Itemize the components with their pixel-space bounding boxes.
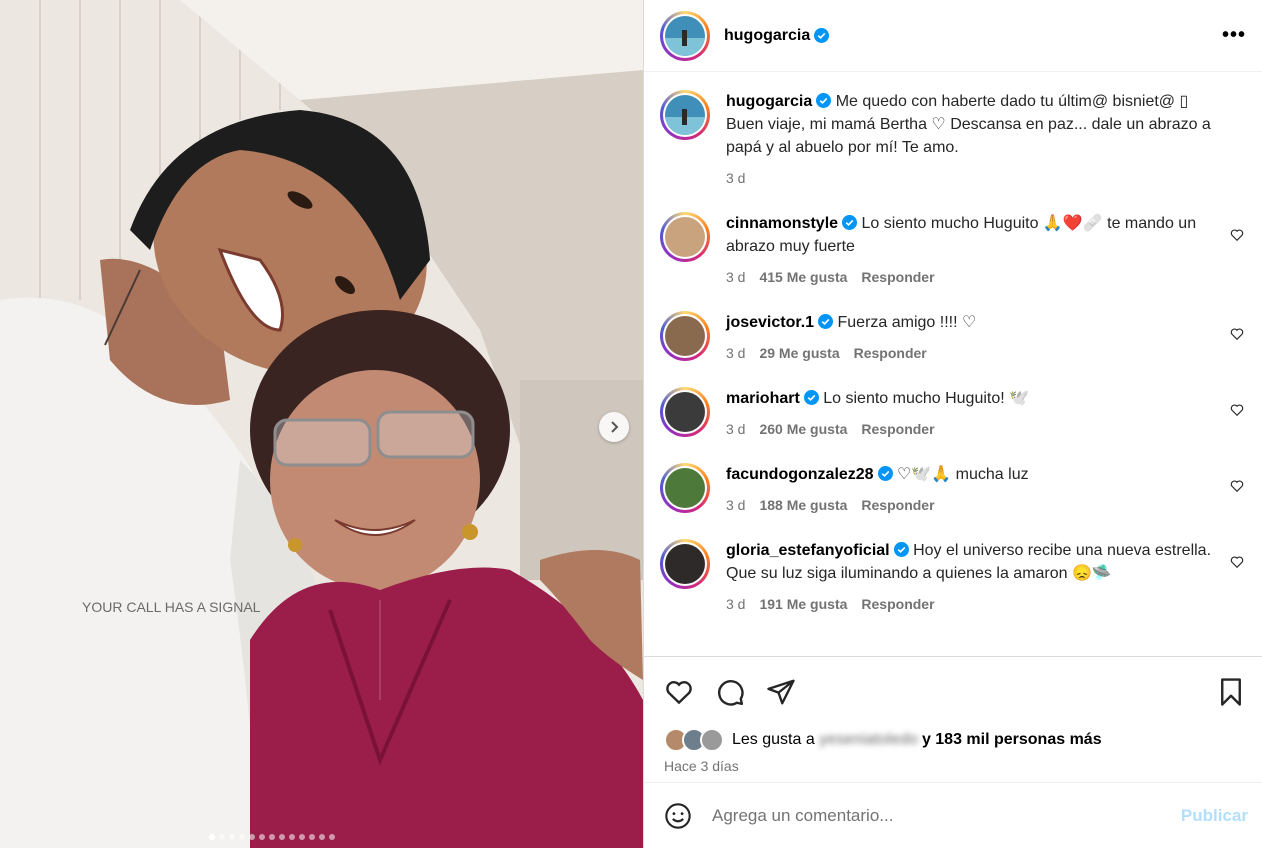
- caption-username[interactable]: hugogarcia: [726, 93, 812, 110]
- carousel-dot[interactable]: [248, 834, 255, 840]
- like-comment-heart-icon[interactable]: [1230, 479, 1244, 493]
- comments-list[interactable]: hugogarcia Me quedo con haberte dado tu …: [644, 72, 1262, 656]
- instagram-post: YOUR CALL HAS A SIGNAL hugogarcia ••• hu…: [0, 0, 1262, 848]
- share-send-icon[interactable]: [766, 677, 796, 707]
- caption-time[interactable]: 3 d: [726, 170, 745, 186]
- post-actions: [644, 656, 1262, 726]
- comment-text: Lo siento mucho Huguito! 🕊️: [823, 390, 1030, 407]
- carousel-dot[interactable]: [308, 834, 315, 840]
- carousel-dot[interactable]: [228, 834, 235, 840]
- comment-text: ♡🕊️🙏 mucha luz: [897, 466, 1029, 483]
- post-date[interactable]: Hace 3 días: [664, 758, 1246, 774]
- caption: hugogarcia Me quedo con haberte dado tu …: [660, 90, 1246, 190]
- comment-item: gloria_estefanyoficial Hoy el universo r…: [660, 539, 1246, 616]
- reply-button[interactable]: Responder: [861, 596, 934, 612]
- comment-likes[interactable]: 29 Me gusta: [759, 345, 839, 361]
- comment-username[interactable]: josevictor.1: [726, 314, 814, 331]
- like-comment-heart-icon[interactable]: [1230, 555, 1244, 569]
- likes-summary: Les gusta a yeseniatoledo y 183 mil pers…: [644, 726, 1262, 782]
- carousel-dot[interactable]: [298, 834, 305, 840]
- comment-item: cinnamonstyle Lo siento mucho Huguito 🙏❤…: [660, 212, 1246, 289]
- chevron-right-icon: [611, 421, 619, 433]
- save-bookmark-icon[interactable]: [1216, 677, 1246, 707]
- carousel-dots: [0, 834, 643, 840]
- comment-username[interactable]: cinnamonstyle: [726, 215, 838, 232]
- commenter-avatar[interactable]: [660, 311, 710, 361]
- comment-item: facundogonzalez28 ♡🕊️🙏 mucha luz 3 d 188 …: [660, 463, 1246, 517]
- comment-likes[interactable]: 260 Me gusta: [759, 421, 847, 437]
- comment-text: Fuerza amigo !!!! ♡: [837, 314, 977, 331]
- liker-name[interactable]: yeseniatoledo: [819, 731, 918, 749]
- comment-username[interactable]: facundogonzalez28: [726, 466, 874, 483]
- author-avatar[interactable]: [660, 10, 710, 61]
- comment-time[interactable]: 3 d: [726, 269, 745, 285]
- carousel-dot[interactable]: [278, 834, 285, 840]
- like-comment-heart-icon[interactable]: [1230, 327, 1244, 341]
- reply-button[interactable]: Responder: [861, 269, 934, 285]
- comment-username[interactable]: mariohart: [726, 390, 800, 407]
- post-photo: YOUR CALL HAS A SIGNAL: [0, 0, 643, 848]
- verified-badge-icon: [893, 542, 909, 557]
- comment-item: mariohart Lo siento mucho Huguito! 🕊️ 3 …: [660, 387, 1246, 441]
- comment-time[interactable]: 3 d: [726, 497, 745, 513]
- verified-badge-icon: [803, 390, 819, 405]
- comment-time[interactable]: 3 d: [726, 345, 745, 361]
- comment-text-line2: Que su luz siga iluminando a quienes la …: [726, 565, 1112, 582]
- commenter-avatar[interactable]: [660, 212, 710, 262]
- comment-time[interactable]: 3 d: [726, 596, 745, 612]
- carousel-dot[interactable]: [218, 834, 225, 840]
- comment-likes[interactable]: 191 Me gusta: [759, 596, 847, 612]
- post-header: hugogarcia •••: [644, 0, 1262, 72]
- post-side-panel: hugogarcia ••• hugogarcia Me quedo con h…: [643, 0, 1262, 848]
- verified-badge-icon: [818, 314, 834, 329]
- commenter-avatar[interactable]: [660, 387, 710, 437]
- verified-badge-icon: [842, 215, 858, 230]
- publish-button[interactable]: Publicar: [1181, 806, 1248, 826]
- carousel-dot[interactable]: [288, 834, 295, 840]
- comment-text: Hoy el universo recibe una nueva estrell…: [913, 542, 1212, 559]
- verified-badge-icon: [814, 28, 830, 43]
- reply-button[interactable]: Responder: [861, 421, 934, 437]
- liker-avatar: [700, 728, 724, 752]
- reply-button[interactable]: Responder: [861, 497, 934, 513]
- carousel-dot[interactable]: [208, 834, 215, 840]
- comment-likes[interactable]: 415 Me gusta: [759, 269, 847, 285]
- comment-time[interactable]: 3 d: [726, 421, 745, 437]
- comment-likes[interactable]: 188 Me gusta: [759, 497, 847, 513]
- commenter-avatar[interactable]: [660, 463, 710, 513]
- carousel-dot[interactable]: [238, 834, 245, 840]
- shirt-text: YOUR CALL HAS A SIGNAL: [82, 599, 261, 615]
- like-comment-heart-icon[interactable]: [1230, 228, 1244, 242]
- author-avatar[interactable]: [660, 90, 710, 140]
- like-comment-heart-icon[interactable]: [1230, 403, 1244, 417]
- commenter-avatar[interactable]: [660, 539, 710, 589]
- author-username[interactable]: hugogarcia: [724, 27, 810, 45]
- verified-badge-icon: [816, 93, 832, 108]
- liker-avatars[interactable]: [664, 728, 724, 752]
- reply-button[interactable]: Responder: [854, 345, 927, 361]
- emoji-icon[interactable]: [664, 802, 692, 830]
- verified-badge-icon: [877, 466, 893, 481]
- comment-username[interactable]: gloria_estefanyoficial: [726, 542, 890, 559]
- comment-bubble-icon[interactable]: [715, 677, 745, 707]
- likes-prefix: Les gusta a: [732, 731, 815, 748]
- comment-input[interactable]: [712, 805, 1181, 826]
- carousel-next-button[interactable]: [599, 412, 629, 442]
- carousel-dot[interactable]: [318, 834, 325, 840]
- comment-item: josevictor.1 Fuerza amigo !!!! ♡ 3 d 29 M…: [660, 311, 1246, 365]
- likes-count[interactable]: y 183 mil personas más: [922, 731, 1102, 749]
- carousel-dot[interactable]: [328, 834, 335, 840]
- like-heart-icon[interactable]: [664, 677, 694, 707]
- comment-composer: Publicar: [644, 782, 1262, 848]
- post-media[interactable]: YOUR CALL HAS A SIGNAL: [0, 0, 643, 848]
- more-horizontal-icon[interactable]: •••: [1222, 24, 1246, 47]
- carousel-dot[interactable]: [258, 834, 265, 840]
- carousel-dot[interactable]: [268, 834, 275, 840]
